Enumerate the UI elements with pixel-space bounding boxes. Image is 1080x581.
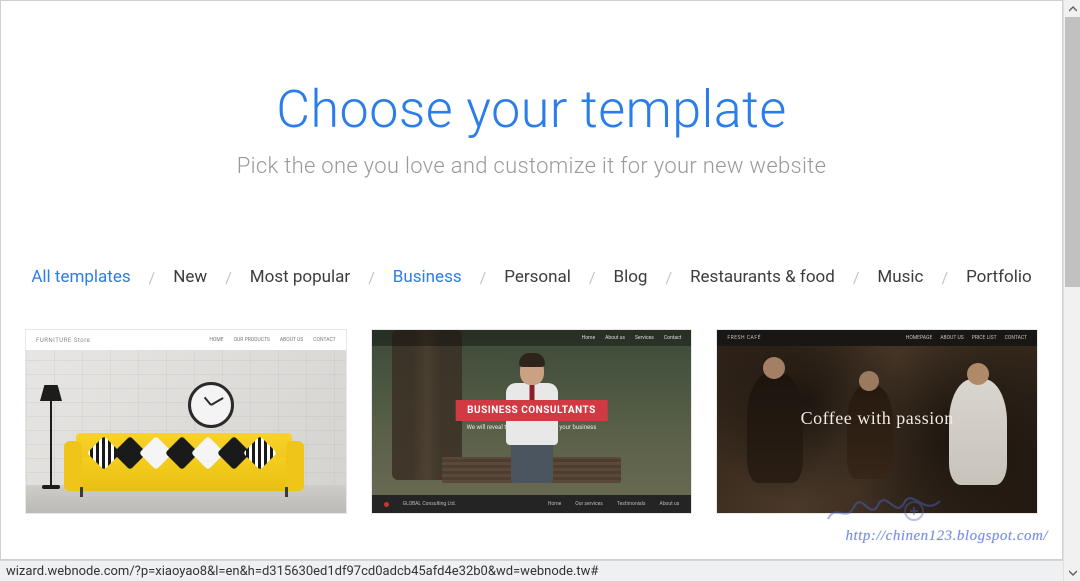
template-header: FURNITURE Store HOME OUR PRODUCTS ABOUT … [26, 330, 346, 350]
category-new[interactable]: New [169, 267, 211, 287]
category-most-popular[interactable]: Most popular [246, 267, 354, 287]
template-footer: GLOBAL Consulting Ltd. Home Our services… [372, 495, 692, 513]
template-header: FRESH CAFÉ HOMEPAGEABOUT USPRICE LISTCON… [717, 330, 1037, 346]
page-subtitle: Pick the one you love and customize it f… [1, 154, 1062, 179]
separator: / [211, 268, 246, 287]
template-card-coffee[interactable]: FRESH CAFÉ HOMEPAGEABOUT USPRICE LISTCON… [716, 329, 1038, 514]
separator: / [651, 268, 686, 287]
template-logo: FURNITURE Store [36, 337, 90, 344]
person-illustration [847, 385, 893, 479]
category-filter-nav: All templates / New / Most popular / Bus… [1, 267, 1062, 287]
separator: / [575, 268, 610, 287]
separator: / [466, 268, 501, 287]
status-url: wizard.webnode.com/?p=xiaoyao8&l=en&h=d3… [6, 564, 598, 579]
category-all-templates[interactable]: All templates [27, 267, 134, 287]
page-viewport: Choose your template Pick the one you lo… [0, 0, 1063, 560]
chevron-up-icon [1069, 6, 1077, 12]
clock-icon [188, 382, 234, 428]
template-hero-image [26, 350, 346, 514]
category-music[interactable]: Music [873, 267, 927, 287]
category-personal[interactable]: Personal [500, 267, 575, 287]
lamp-icon [50, 401, 52, 487]
chevron-down-icon [1069, 570, 1077, 576]
separator: / [927, 268, 962, 287]
sofa-illustration [68, 427, 300, 497]
person-illustration [949, 379, 1007, 485]
scrollbar-thumb[interactable] [1065, 17, 1080, 287]
category-restaurants-food[interactable]: Restaurants & food [686, 267, 839, 287]
category-business[interactable]: Business [389, 267, 466, 287]
vertical-scrollbar[interactable] [1063, 0, 1080, 581]
watermark-text: http://chinen123.blogspot.com/ [846, 528, 1048, 545]
category-portfolio[interactable]: Portfolio [962, 267, 1036, 287]
watermark-scribble [824, 489, 944, 525]
template-nav: HomeAbout usServicesContact [372, 330, 692, 346]
scroll-up-button[interactable] [1064, 0, 1080, 17]
separator: / [839, 268, 874, 287]
dot-icon [384, 502, 389, 507]
template-logo: FRESH CAFÉ [727, 335, 761, 341]
scroll-down-button[interactable] [1064, 564, 1080, 581]
page-title: Choose your template [1, 79, 1062, 140]
template-card-furniture[interactable]: FURNITURE Store HOME OUR PRODUCTS ABOUT … [25, 329, 347, 514]
separator: / [135, 268, 170, 287]
template-card-business-consultants[interactable]: HomeAbout usServicesContact BUSINESS CON… [371, 329, 693, 514]
category-blog[interactable]: Blog [609, 267, 651, 287]
template-nav: HOMEPAGEABOUT USPRICE LISTCONTACT [906, 335, 1027, 341]
template-hero-image [372, 330, 692, 513]
template-nav: HOME OUR PRODUCTS ABOUT US CONTACT [209, 337, 335, 343]
separator: / [354, 268, 389, 287]
hero-section: Choose your template Pick the one you lo… [1, 1, 1062, 179]
template-headline: Coffee with passion [801, 408, 954, 429]
template-subline: We will reveal the best strategy for you… [467, 424, 597, 431]
browser-status-bar: wizard.webnode.com/?p=xiaoyao8&l=en&h=d3… [0, 560, 1063, 581]
template-banner: BUSINESS CONSULTANTS [455, 400, 608, 421]
template-grid: FURNITURE Store HOME OUR PRODUCTS ABOUT … [1, 329, 1062, 514]
person-illustration [747, 373, 803, 483]
